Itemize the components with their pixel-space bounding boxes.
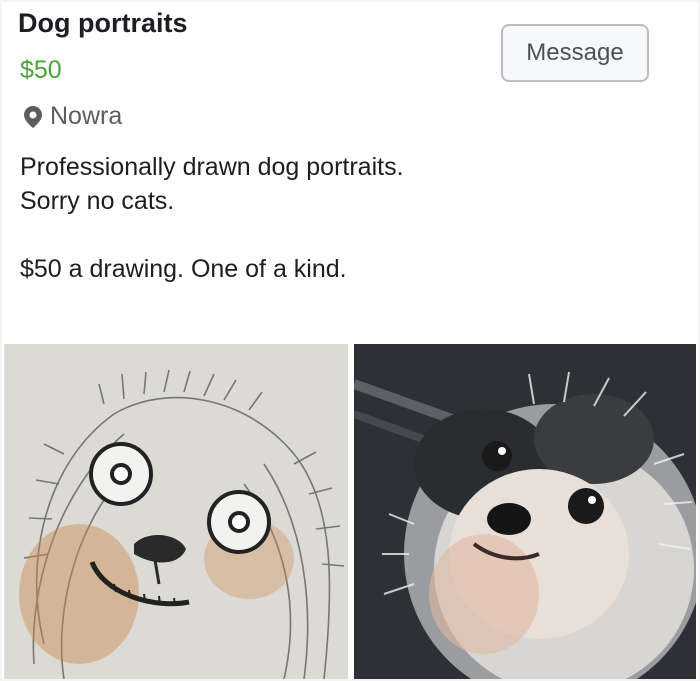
drawn-portrait-image[interactable] [4,344,348,679]
description-line: $50 a drawing. One of a kind. [20,255,347,283]
location-text: Nowra [50,102,123,130]
description-gap [20,218,660,252]
listing-price: $50 [20,56,62,84]
listing-location: Nowra [24,102,122,131]
listing-photos [2,344,698,679]
listing-description: Professionally drawn dog portraits. Sorr… [20,150,660,286]
description-line: Sorry no cats. [20,187,175,215]
message-button[interactable]: Message [501,24,649,82]
dog-photo-image[interactable] [354,344,696,679]
listing-card: Dog portraits $50 Nowra Message Professi… [2,2,698,679]
description-line: Professionally drawn dog portraits. [20,153,404,181]
location-pin-icon [24,105,42,128]
listing-title: Dog portraits [18,8,188,38]
